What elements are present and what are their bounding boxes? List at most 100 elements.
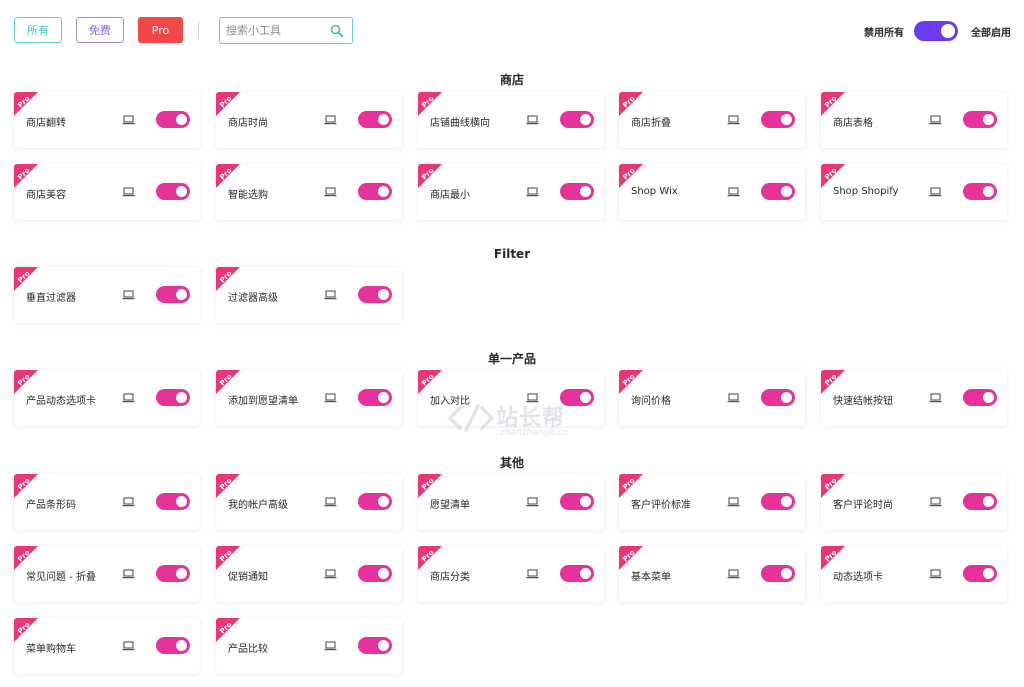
widget-toggle[interactable] bbox=[560, 389, 594, 406]
pro-ribbon: Pro bbox=[14, 618, 38, 642]
widget-toggle[interactable] bbox=[761, 565, 795, 582]
toolbar-divider bbox=[198, 22, 199, 40]
laptop-icon[interactable] bbox=[324, 393, 337, 403]
widget-name: 商店折叠 bbox=[631, 118, 671, 129]
laptop-icon[interactable] bbox=[324, 497, 337, 507]
widget-toggle[interactable] bbox=[963, 565, 997, 582]
global-toggle[interactable] bbox=[914, 21, 958, 41]
pro-ribbon: Pro bbox=[619, 370, 643, 394]
filter-all-button[interactable]: 所有 bbox=[14, 17, 62, 43]
widget-card: Pro 产品比较 bbox=[216, 618, 402, 674]
widget-card: Pro 店铺曲线横向 bbox=[418, 92, 604, 148]
widget-toggle[interactable] bbox=[358, 493, 392, 510]
filter-pro-button[interactable]: Pro bbox=[138, 17, 183, 43]
widget-toggle[interactable] bbox=[358, 389, 392, 406]
pro-ribbon: Pro bbox=[619, 546, 643, 570]
widget-card: Pro Shop Shopify bbox=[821, 164, 1007, 220]
widget-name: 常见问题 - 折叠 bbox=[26, 572, 96, 583]
pro-ribbon: Pro bbox=[821, 546, 845, 570]
widget-card: Pro Shop Wix bbox=[619, 164, 805, 220]
laptop-icon[interactable] bbox=[929, 115, 942, 125]
laptop-icon[interactable] bbox=[526, 393, 539, 403]
search-icon[interactable] bbox=[330, 24, 344, 38]
widget-toggle[interactable] bbox=[963, 183, 997, 200]
disable-all-label[interactable]: 禁用所有 bbox=[864, 24, 904, 39]
laptop-icon[interactable] bbox=[526, 569, 539, 579]
widget-name: 我的帐户高级 bbox=[228, 500, 288, 511]
laptop-icon[interactable] bbox=[324, 569, 337, 579]
widget-name: 智能选购 bbox=[228, 190, 268, 201]
widget-toggle[interactable] bbox=[761, 389, 795, 406]
widget-toggle[interactable] bbox=[156, 389, 190, 406]
laptop-icon[interactable] bbox=[727, 497, 740, 507]
laptop-icon[interactable] bbox=[122, 497, 135, 507]
laptop-icon[interactable] bbox=[324, 641, 337, 651]
laptop-icon[interactable] bbox=[727, 393, 740, 403]
widget-name: 过滤器高级 bbox=[228, 293, 278, 304]
laptop-icon[interactable] bbox=[727, 569, 740, 579]
widget-card: Pro 常见问题 - 折叠 bbox=[14, 546, 200, 602]
widget-toggle-knob bbox=[176, 496, 187, 507]
laptop-icon[interactable] bbox=[526, 497, 539, 507]
laptop-icon[interactable] bbox=[929, 187, 942, 197]
laptop-icon[interactable] bbox=[122, 393, 135, 403]
widget-toggle[interactable] bbox=[761, 493, 795, 510]
widget-toggle-knob bbox=[781, 392, 792, 403]
widget-toggle[interactable] bbox=[156, 111, 190, 128]
pro-ribbon: Pro bbox=[14, 267, 38, 291]
widget-toggle[interactable] bbox=[560, 111, 594, 128]
widget-name: 垂直过滤器 bbox=[26, 293, 76, 304]
widget-toggle[interactable] bbox=[560, 493, 594, 510]
laptop-icon[interactable] bbox=[122, 290, 135, 300]
widget-toggle-knob bbox=[580, 568, 591, 579]
widget-toggle[interactable] bbox=[156, 286, 190, 303]
widget-card: Pro 商店最小 bbox=[418, 164, 604, 220]
widget-toggle-knob bbox=[781, 496, 792, 507]
widget-toggle-knob bbox=[378, 568, 389, 579]
laptop-icon[interactable] bbox=[929, 497, 942, 507]
widget-toggle[interactable] bbox=[156, 637, 190, 654]
laptop-icon[interactable] bbox=[324, 115, 337, 125]
laptop-icon[interactable] bbox=[727, 115, 740, 125]
widget-toggle[interactable] bbox=[560, 183, 594, 200]
widget-toggle[interactable] bbox=[358, 111, 392, 128]
laptop-icon[interactable] bbox=[929, 569, 942, 579]
widget-toggle[interactable] bbox=[358, 565, 392, 582]
pro-ribbon: Pro bbox=[14, 370, 38, 394]
widget-name: 产品比较 bbox=[228, 644, 268, 655]
laptop-icon[interactable] bbox=[122, 115, 135, 125]
widget-toggle-knob bbox=[176, 640, 187, 651]
widget-toggle[interactable] bbox=[358, 183, 392, 200]
widget-toggle[interactable] bbox=[156, 493, 190, 510]
widget-toggle[interactable] bbox=[963, 493, 997, 510]
widget-toggle[interactable] bbox=[156, 565, 190, 582]
laptop-icon[interactable] bbox=[324, 187, 337, 197]
filter-free-button[interactable]: 免费 bbox=[76, 17, 124, 43]
widget-toggle[interactable] bbox=[358, 286, 392, 303]
widget-toggle[interactable] bbox=[963, 389, 997, 406]
widget-toggle[interactable] bbox=[156, 183, 190, 200]
laptop-icon[interactable] bbox=[122, 569, 135, 579]
widget-toggle[interactable] bbox=[358, 637, 392, 654]
pro-ribbon: Pro bbox=[619, 474, 643, 498]
widget-toggle-knob bbox=[378, 186, 389, 197]
widget-toggle[interactable] bbox=[963, 111, 997, 128]
laptop-icon[interactable] bbox=[324, 290, 337, 300]
widget-toggle-knob bbox=[781, 568, 792, 579]
laptop-icon[interactable] bbox=[727, 187, 740, 197]
widget-toggle-knob bbox=[983, 568, 994, 579]
laptop-icon[interactable] bbox=[122, 187, 135, 197]
widget-toggle[interactable] bbox=[761, 111, 795, 128]
laptop-icon[interactable] bbox=[526, 115, 539, 125]
widget-toggle-knob bbox=[378, 640, 389, 651]
global-toggle-knob bbox=[941, 24, 955, 38]
widget-toggle[interactable] bbox=[761, 183, 795, 200]
laptop-icon[interactable] bbox=[526, 187, 539, 197]
widget-toggle[interactable] bbox=[560, 565, 594, 582]
enable-all-label[interactable]: 全部启用 bbox=[971, 24, 1011, 39]
search-input[interactable] bbox=[226, 22, 330, 39]
laptop-icon[interactable] bbox=[929, 393, 942, 403]
widget-toggle-knob bbox=[378, 114, 389, 125]
laptop-icon[interactable] bbox=[122, 641, 135, 651]
widget-name: 商店表格 bbox=[833, 118, 873, 129]
